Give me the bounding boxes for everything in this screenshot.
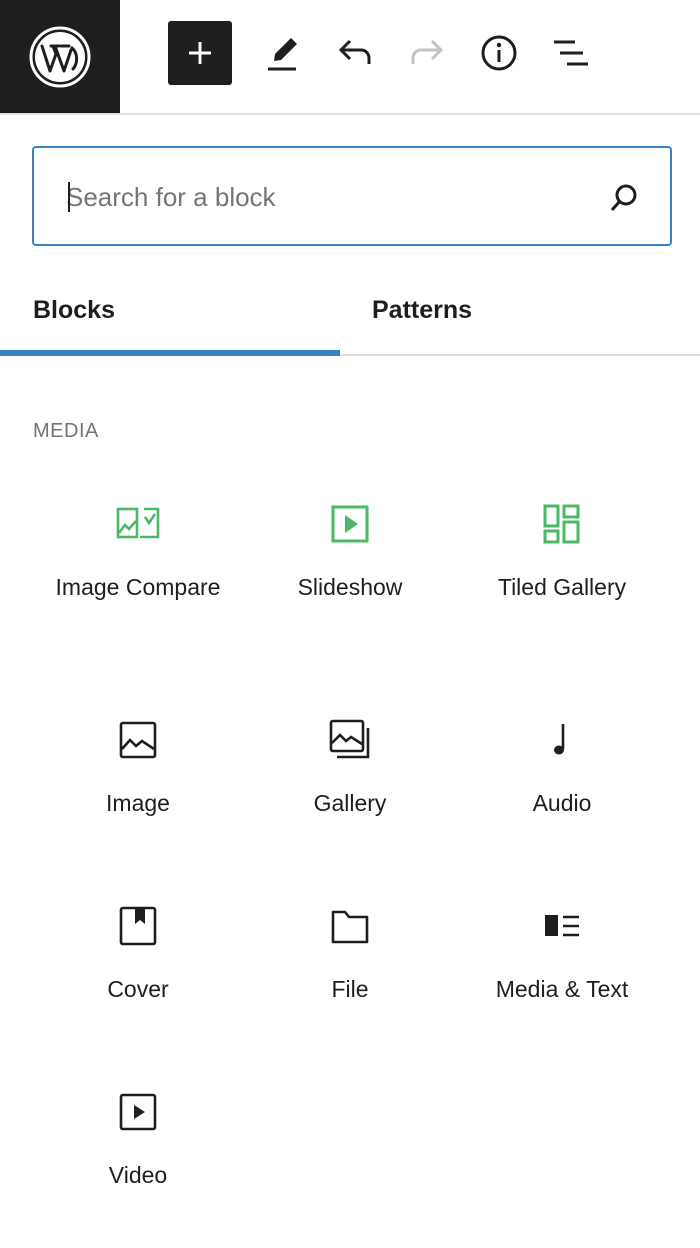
cover-icon bbox=[119, 906, 157, 946]
active-tab-indicator bbox=[0, 350, 340, 356]
tab-blocks[interactable]: Blocks bbox=[0, 270, 340, 356]
block-label: Cover bbox=[107, 976, 169, 1002]
wordpress-logo-icon[interactable] bbox=[0, 0, 120, 113]
block-label: Media & Text bbox=[495, 976, 629, 1002]
file-icon bbox=[331, 910, 369, 944]
tools-button[interactable] bbox=[251, 21, 315, 85]
audio-icon bbox=[554, 724, 565, 755]
pencil-icon bbox=[268, 38, 297, 71]
add-block-button[interactable] bbox=[168, 21, 232, 85]
text-cursor bbox=[68, 182, 70, 212]
gallery-icon bbox=[329, 719, 370, 759]
video-icon bbox=[119, 1093, 157, 1131]
list-view-icon bbox=[554, 40, 588, 66]
image-compare-icon bbox=[116, 507, 160, 539]
plus-icon bbox=[189, 42, 211, 64]
block-search bbox=[32, 146, 672, 246]
block-label: Image Compare bbox=[55, 574, 221, 600]
block-label: Tiled Gallery bbox=[497, 574, 627, 600]
inserter-tabs: Blocks Patterns bbox=[0, 270, 700, 356]
details-button[interactable] bbox=[467, 21, 531, 85]
section-title: MEDIA bbox=[33, 420, 99, 442]
tab-patterns[interactable]: Patterns bbox=[340, 270, 680, 356]
block-label: Audio bbox=[532, 790, 592, 816]
search-icon bbox=[610, 184, 637, 211]
block-slideshow[interactable]: Slideshow bbox=[244, 500, 456, 602]
block-video[interactable]: Video bbox=[32, 1088, 244, 1190]
block-cover[interactable]: Cover bbox=[32, 902, 244, 1004]
top-toolbar bbox=[0, 0, 700, 115]
redo-icon bbox=[411, 39, 444, 64]
block-label: File bbox=[331, 976, 369, 1002]
image-icon bbox=[119, 721, 157, 759]
block-gallery[interactable]: Gallery bbox=[244, 716, 456, 818]
block-tiled-gallery[interactable]: Tiled Gallery bbox=[456, 500, 668, 602]
tiled-gallery-icon bbox=[543, 504, 580, 544]
block-image-compare[interactable]: Image Compare bbox=[32, 500, 244, 602]
block-file[interactable]: File bbox=[244, 902, 456, 1004]
undo-icon bbox=[338, 39, 371, 64]
slideshow-icon bbox=[331, 505, 369, 543]
block-label: Slideshow bbox=[297, 574, 403, 600]
block-label: Video bbox=[108, 1162, 168, 1188]
search-input[interactable] bbox=[66, 172, 586, 222]
block-label: Gallery bbox=[313, 790, 387, 816]
undo-button[interactable] bbox=[323, 21, 387, 85]
media-text-icon bbox=[545, 915, 579, 937]
list-view-button[interactable] bbox=[539, 21, 603, 85]
block-media-text[interactable]: Media & Text bbox=[456, 902, 668, 1004]
info-icon bbox=[481, 35, 517, 71]
block-label: Image bbox=[106, 790, 170, 816]
block-image[interactable]: Image bbox=[32, 716, 244, 818]
block-audio[interactable]: Audio bbox=[456, 716, 668, 818]
redo-button[interactable] bbox=[395, 21, 459, 85]
